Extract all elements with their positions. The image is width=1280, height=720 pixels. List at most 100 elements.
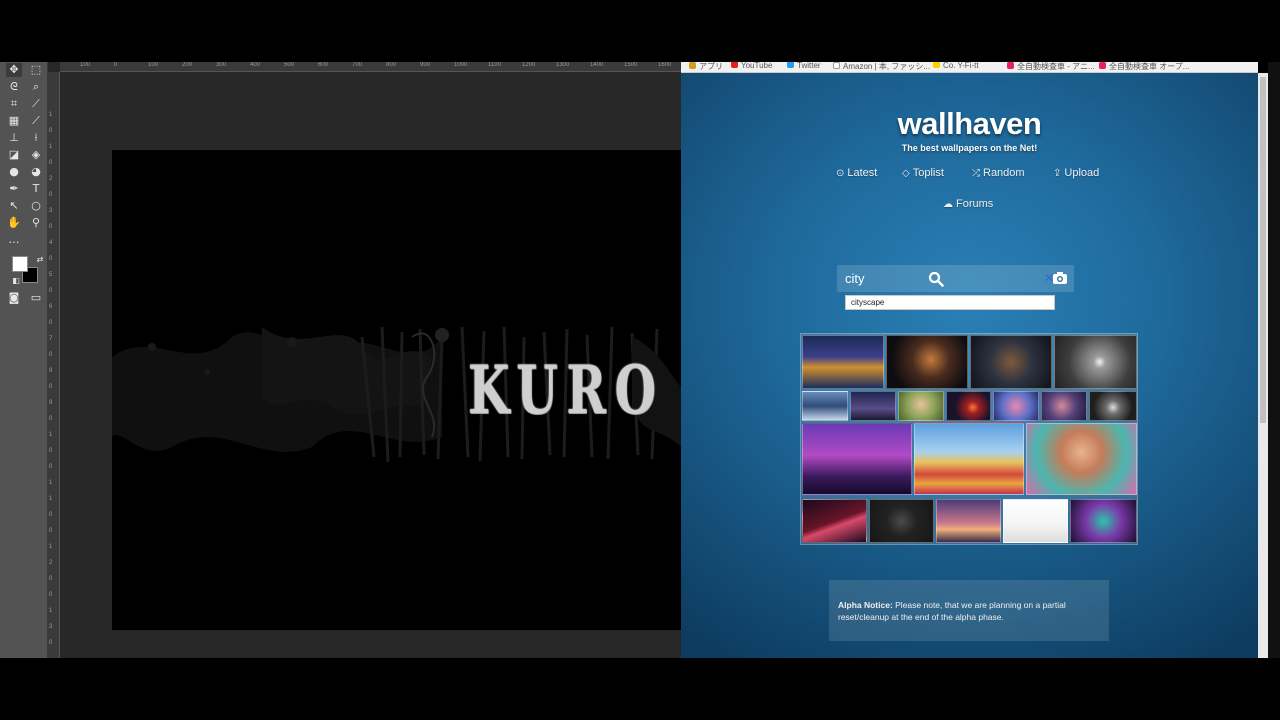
wallpaper-thumbnail[interactable] <box>914 423 1024 495</box>
eraser-tool-icon[interactable]: ◪ <box>6 148 22 162</box>
nav-latest-link[interactable]: ⊙ Latest <box>836 167 877 179</box>
ruler-tick-label: 2 <box>49 176 53 182</box>
wallpaper-thumbnail[interactable] <box>802 423 912 495</box>
wallpaper-thumbnail[interactable] <box>886 335 968 389</box>
camera-icon[interactable] <box>1053 272 1067 284</box>
nav-upload-link[interactable]: ⇪ Upload <box>1053 167 1099 179</box>
autocomplete-dropdown[interactable]: cityscape <box>845 295 1055 310</box>
ruler-tick-label: 9 <box>49 400 53 406</box>
wallpaper-thumbnail[interactable] <box>850 391 896 421</box>
ruler-tick-label: 800 <box>386 62 397 68</box>
photoshop-window: ✥ ⬚ ᘓ ⌕ ⌗ ⟋ ▦ ⟋ ⊥ ⟊ ◪ ◈ ● ◕ ✒ T ↖ ○ ✋ ⚲ … <box>0 62 681 658</box>
wallpaper-thumbnail[interactable] <box>869 499 934 543</box>
bookmark-item[interactable]: 全自動検査車 - アニ... <box>1007 62 1095 72</box>
ruler-tick-label: 2 <box>49 560 53 566</box>
ruler-tick-label: 4 <box>49 240 53 246</box>
wallpaper-thumbnail[interactable] <box>802 391 848 421</box>
pen-tool-icon[interactable]: ✒ <box>6 182 22 196</box>
path-select-tool-icon[interactable]: ↖ <box>6 199 22 213</box>
move-tool-icon[interactable]: ✥ <box>6 63 22 77</box>
ruler-tick-label: 8 <box>49 368 53 374</box>
ruler-tick-label: 0 <box>49 416 53 422</box>
search-icon[interactable] <box>928 271 944 287</box>
wallpaper-thumbnail[interactable] <box>993 391 1039 421</box>
wallpaper-thumbnail[interactable] <box>1089 391 1137 421</box>
ruler-tick-label: 100 <box>148 62 159 68</box>
bookmark-item[interactable]: 全自動検査車 オープ... <box>1099 62 1189 72</box>
stamp-tool-icon[interactable]: ⊥ <box>6 131 22 145</box>
ruler-tick-label: 1600 <box>658 62 672 68</box>
ellipse-tool-icon[interactable]: ○ <box>28 199 44 213</box>
wallpaper-thumbnail[interactable] <box>1003 499 1068 543</box>
crop-tool-icon[interactable]: ⌗ <box>6 97 22 111</box>
ruler-tick-label: 0 <box>49 352 53 358</box>
zoom-tool-icon[interactable]: ⚲ <box>28 216 44 230</box>
default-colors-icon[interactable]: ◧ <box>8 274 24 288</box>
nav-random-link[interactable]: ⤮ Random <box>972 167 1025 179</box>
bookmark-item[interactable]: YouTube <box>731 62 772 70</box>
ruler-tick-label: 400 <box>250 62 261 68</box>
bookmark-item[interactable]: アプリ <box>689 62 723 72</box>
ruler-tick-label: 0 <box>49 512 53 518</box>
ruler-tick-label: 3 <box>49 624 53 630</box>
eyedropper-tool-icon[interactable]: ⟋ <box>28 97 44 111</box>
folder-icon <box>933 62 940 68</box>
bookmark-item[interactable]: Twitter <box>787 62 821 70</box>
wallpaper-thumbnail[interactable] <box>1026 423 1137 495</box>
bookmark-item[interactable]: Amazon | 本, ファッシ... <box>833 62 930 72</box>
scrollbar-thumb[interactable] <box>1260 77 1266 423</box>
document-canvas[interactable]: KURO <box>112 150 681 630</box>
marquee-tool-icon[interactable]: ⬚ <box>28 63 44 77</box>
quick-select-tool-icon[interactable]: ⌕ <box>28 80 44 94</box>
ruler-tick-label: 0 <box>49 528 53 534</box>
wallpaper-thumbnail[interactable] <box>1070 499 1137 543</box>
screen-mode-icon[interactable]: ▭ <box>28 291 44 305</box>
wallpaper-thumbnail[interactable] <box>1041 391 1087 421</box>
ruler-tick-label: 3 <box>49 208 53 214</box>
browser-scrollbar[interactable] <box>1258 73 1268 658</box>
swap-colors-icon[interactable]: ⇄ <box>32 253 48 267</box>
nav-forums-link[interactable]: ☁ Forums <box>943 198 993 210</box>
diamond-icon: ◇ <box>902 168 910 179</box>
wallpaper-thumbnail[interactable] <box>970 335 1052 389</box>
ruler-tick-label: 0 <box>49 320 53 326</box>
bookmark-item[interactable]: Co. Y-Fi-tt <box>933 62 979 70</box>
autocomplete-suggestion[interactable]: cityscape <box>851 298 884 307</box>
healing-tool-icon[interactable]: ▦ <box>6 114 22 128</box>
ruler-tick-label: 0 <box>49 192 53 198</box>
wallpaper-thumbnail[interactable] <box>898 391 944 421</box>
wallpaper-thumbnail[interactable] <box>802 335 884 389</box>
lasso-tool-icon[interactable]: ᘓ <box>6 80 22 94</box>
search-box: ✕ <box>837 265 1074 292</box>
hand-tool-icon[interactable]: ✋ <box>6 216 22 230</box>
amazon-icon <box>833 62 840 69</box>
wallhaven-logo[interactable]: wallhaven <box>681 106 1258 142</box>
canvas-area[interactable]: KURO <box>61 73 681 658</box>
ruler-tick-label: 7 <box>49 336 53 342</box>
quick-mask-icon[interactable]: ◙ <box>6 291 22 305</box>
type-tool-icon[interactable]: T <box>28 182 44 196</box>
ruler-tick-label: 0 <box>49 576 53 582</box>
nav-toplist-link[interactable]: ◇ Toplist <box>902 167 944 179</box>
paint-bucket-tool-icon[interactable]: ◈ <box>28 148 44 162</box>
blur-tool-icon[interactable]: ● <box>6 165 22 179</box>
ruler-tick-label: 700 <box>352 62 363 68</box>
wallpaper-gallery <box>800 333 1138 545</box>
wallpaper-thumbnail[interactable] <box>936 499 1001 543</box>
ruler-tick-label: 1 <box>49 432 53 438</box>
ruler-tick-label: 0 <box>49 128 53 134</box>
ruler-tick-label: 0 <box>49 160 53 166</box>
site-icon <box>1099 62 1106 69</box>
dodge-tool-icon[interactable]: ◕ <box>28 165 44 179</box>
more-tools-icon[interactable]: … <box>6 233 22 247</box>
brush-tool-icon[interactable]: ⟋ <box>28 114 44 128</box>
ruler-tick-label: 500 <box>284 62 295 68</box>
history-brush-tool-icon[interactable]: ⟊ <box>28 131 44 145</box>
screen-edge <box>1268 62 1280 658</box>
ruler-tick-label: 1 <box>49 608 53 614</box>
wallpaper-thumbnail[interactable] <box>946 391 991 421</box>
wallpaper-thumbnail[interactable] <box>1054 335 1137 389</box>
wallpaper-thumbnail[interactable] <box>802 499 867 543</box>
foreground-color-swatch[interactable] <box>12 256 28 272</box>
ruler-tick-label: 0 <box>49 224 53 230</box>
